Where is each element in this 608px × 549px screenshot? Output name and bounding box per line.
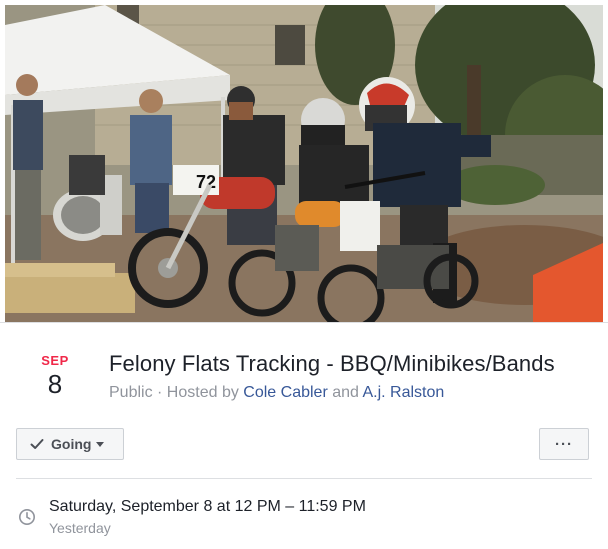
going-button[interactable]: Going <box>16 428 124 460</box>
caret-down-icon <box>96 441 105 447</box>
cover-divider <box>0 322 608 323</box>
section-divider <box>16 478 592 479</box>
checkmark-icon <box>30 439 44 449</box>
event-date-day: 8 <box>47 369 63 399</box>
event-date-month: SEP <box>41 353 69 368</box>
more-options-button[interactable]: ··· <box>539 428 589 460</box>
event-host-line: Public · Hosted by Cole Cabler and A.j. … <box>109 384 444 402</box>
hosted-by-text: · Hosted by <box>152 384 244 401</box>
host-link-cole-cabler[interactable]: Cole Cabler <box>243 384 327 401</box>
event-title: Felony Flats Tracking - BBQ/Minibikes/Ba… <box>109 351 555 376</box>
and-text: and <box>327 384 363 401</box>
cover-photo[interactable]: 72 <box>5 5 603 322</box>
going-button-label: Going <box>51 436 92 452</box>
host-link-aj-ralston[interactable]: A.j. Ralston <box>362 384 444 401</box>
event-card: 72 SEP 8 Felony Flats Tracking - BBQ/Min… <box>0 0 608 549</box>
cover-photo-illustration: 72 <box>5 5 603 322</box>
clock-icon <box>19 509 35 525</box>
event-datetime: Saturday, September 8 at 12 PM – 11:59 P… <box>49 498 366 515</box>
event-relative-date: Yesterday <box>49 520 111 536</box>
more-options-icon: ··· <box>555 435 573 453</box>
event-privacy: Public <box>109 384 153 401</box>
